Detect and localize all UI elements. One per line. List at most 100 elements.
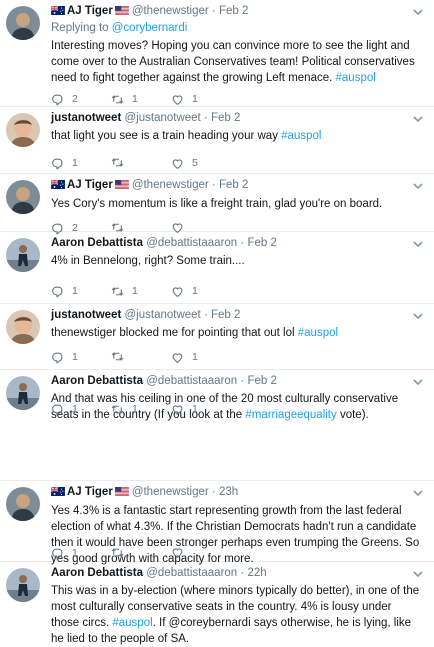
retweet-count: 1 (132, 93, 138, 105)
separator-dot: · (211, 179, 216, 191)
tweet[interactable]: Aaron Debattista @debattistaaaron · Feb … (0, 370, 434, 481)
like-count: 1 (192, 93, 198, 105)
reply-button[interactable]: 1 (51, 546, 78, 560)
display-name[interactable]: Aaron Debattista (51, 567, 143, 579)
retweet-icon (111, 546, 132, 559)
like-button[interactable]: 1 (171, 92, 198, 106)
display-name[interactable]: justanotweet (51, 112, 121, 124)
like-button[interactable]: 1 (171, 402, 198, 416)
tweet[interactable]: Aaron Debattista @debattistaaaron · 22h T… (0, 562, 434, 645)
separator-dot: · (211, 486, 216, 498)
timestamp[interactable]: Feb 2 (247, 237, 276, 249)
avatar[interactable] (6, 113, 40, 147)
tweet[interactable]: AJ Tiger @thenewstiger · Feb 2 Yes Cory's … (0, 174, 434, 232)
retweet-button[interactable] (111, 546, 132, 559)
separator-dot: · (240, 237, 245, 249)
us-flag-icon (115, 486, 129, 501)
reply-count: 1 (72, 547, 78, 559)
like-button[interactable]: 5 (171, 156, 198, 170)
retweet-icon (111, 156, 132, 169)
reply-button[interactable]: 1 (51, 284, 78, 298)
timestamp[interactable]: Feb 2 (247, 375, 276, 387)
tweet-content: justanotweet @justanotweet · Feb 2 that l… (51, 111, 422, 144)
retweet-icon (111, 285, 132, 298)
separator-dot: · (240, 375, 245, 387)
like-count: 1 (192, 403, 198, 415)
retweet-button[interactable]: 1 (111, 92, 138, 106)
tweet-thread: AJ Tiger @thenewstiger · Feb 2 Replying to… (0, 0, 434, 645)
avatar[interactable] (6, 310, 40, 344)
user-handle[interactable]: @debattistaaaron (146, 567, 237, 579)
hashtag-link[interactable]: #auspol (336, 72, 376, 84)
timestamp[interactable]: 22h (247, 567, 266, 579)
tweet-header: Aaron Debattista @debattistaaaron · Feb … (51, 374, 422, 389)
avatar[interactable] (6, 376, 40, 410)
reply-count: 2 (72, 93, 78, 105)
hashtag-link[interactable]: #marriageequality (245, 409, 336, 421)
tweet-actions: 1 (51, 546, 251, 560)
reply-button[interactable]: 2 (51, 92, 78, 106)
user-handle[interactable]: @thenewstiger (132, 486, 209, 498)
avatar[interactable] (6, 487, 40, 521)
reply-count: 1 (72, 157, 78, 169)
like-button[interactable]: 1 (171, 284, 198, 298)
timestamp[interactable]: Feb 2 (219, 179, 248, 191)
hashtag-link[interactable]: #auspol (112, 617, 152, 629)
reply-icon (51, 157, 72, 170)
reply-button[interactable]: 1 (51, 156, 78, 170)
like-count: 1 (192, 351, 198, 363)
display-name[interactable]: justanotweet (51, 309, 121, 321)
tweet-actions: 11 (51, 350, 251, 364)
user-handle[interactable]: @justanotweet (125, 309, 201, 321)
tweet[interactable]: Aaron Debattista @debattistaaaron · Feb … (0, 232, 434, 304)
display-name[interactable]: Aaron Debattista (51, 375, 143, 387)
avatar[interactable] (6, 180, 40, 214)
like-button[interactable]: 1 (171, 350, 198, 364)
display-name[interactable]: AJ Tiger (67, 179, 113, 191)
tweet-header: Aaron Debattista @debattistaaaron · Feb … (51, 236, 422, 251)
timestamp[interactable]: Feb 2 (211, 112, 240, 124)
tweet[interactable]: justanotweet @justanotweet · Feb 2 that l… (0, 107, 434, 174)
reply-icon (51, 403, 72, 416)
user-handle[interactable]: @thenewstiger (132, 179, 209, 191)
tweet[interactable]: justanotweet @justanotweet · Feb 2 thenew… (0, 304, 434, 370)
tweet-header: Aaron Debattista @debattistaaaron · 22h (51, 566, 422, 581)
avatar[interactable] (6, 6, 40, 40)
like-icon (171, 403, 192, 416)
like-icon (171, 351, 192, 364)
tweet-actions: 15 (51, 156, 251, 170)
like-count: 5 (192, 157, 198, 169)
retweet-button[interactable]: 1 (111, 284, 138, 298)
retweet-button[interactable] (111, 350, 132, 363)
separator-dot: · (240, 567, 245, 579)
display-name[interactable]: AJ Tiger (67, 486, 113, 498)
reply-button[interactable]: 1 (51, 402, 78, 416)
display-name[interactable]: Aaron Debattista (51, 237, 143, 249)
avatar[interactable] (6, 238, 40, 272)
tweet[interactable]: AJ Tiger @thenewstiger · Feb 2 Replying to… (0, 0, 434, 107)
user-handle[interactable]: @debattistaaaron (146, 237, 237, 249)
tweet-text: Yes Cory's momentum is like a freight tr… (51, 196, 422, 212)
tweet-text: 4% in Bennelong, right? Some train.... (51, 253, 422, 269)
timestamp[interactable]: Feb 2 (219, 5, 248, 17)
like-button[interactable] (171, 546, 192, 559)
display-name[interactable]: AJ Tiger (67, 5, 113, 17)
retweet-button[interactable]: 1 (111, 402, 138, 416)
reply-button[interactable]: 1 (51, 350, 78, 364)
user-handle[interactable]: @thenewstiger (132, 5, 209, 17)
user-handle[interactable]: @debattistaaaron (146, 375, 237, 387)
timestamp[interactable]: 23h (219, 486, 238, 498)
timestamp[interactable]: Feb 2 (211, 309, 240, 321)
separator-dot: · (211, 5, 216, 17)
hashtag-link[interactable]: #auspol (281, 130, 321, 142)
mention-link[interactable]: @corybernardi (112, 22, 188, 34)
user-handle[interactable]: @justanotweet (125, 112, 201, 124)
hashtag-link[interactable]: #auspol (298, 327, 338, 339)
retweet-button[interactable] (111, 156, 132, 169)
tweet-actions: 1 1 1 (51, 284, 251, 298)
tweet[interactable]: AJ Tiger @thenewstiger · 23h Yes 4.3% is a… (0, 481, 434, 565)
avatar[interactable] (6, 568, 40, 602)
australia-flag-icon (51, 5, 65, 20)
tweet-actions: 2 1 1 (51, 92, 251, 106)
like-icon (171, 546, 192, 559)
